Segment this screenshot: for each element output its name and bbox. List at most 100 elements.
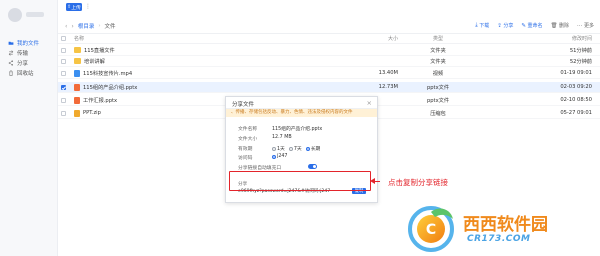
select-all-checkbox[interactable] — [61, 36, 66, 41]
forward-icon[interactable]: › — [71, 23, 73, 30]
sidebar-item-label: 分享 — [17, 61, 29, 67]
file-size-value: 12.7 MB — [272, 135, 292, 140]
row-checkbox[interactable] — [61, 84, 66, 90]
header-size[interactable]: 大小 — [358, 35, 398, 42]
autofill-toggle-wrap — [308, 164, 317, 169]
file-time: 02-10 08:50 — [560, 97, 592, 103]
top-bar: ⇧ 上传 ⋮ — [58, 0, 600, 16]
file-name[interactable]: 培训讲解 — [84, 58, 105, 65]
warning-banner: 、传播、存储包括反动、暴力、色情、违法及侵权内容的文件 — [226, 109, 377, 117]
file-name[interactable]: 工作汇报.pptx — [83, 97, 117, 104]
validity-options: 1天 7天 长期 — [272, 145, 320, 152]
option-label: 7天 — [293, 147, 302, 152]
autofill-toggle[interactable] — [308, 164, 317, 169]
option-label: 1天 — [277, 147, 285, 152]
file-size: 12.73M — [378, 84, 398, 90]
callout-text: 点击复制分享链接 — [388, 178, 448, 187]
watermark: C 西西软件园 CR173.COM — [403, 202, 597, 254]
file-time: 05-27 09:01 — [560, 110, 592, 116]
sidebar-item-share[interactable]: 分享 — [0, 58, 58, 68]
header-time[interactable]: 修改时间 — [536, 35, 592, 42]
table-header: 名称 大小 类型 修改时间 — [58, 34, 600, 44]
row-checkbox[interactable] — [61, 70, 66, 76]
validity-option-1day[interactable]: 1天 — [272, 145, 285, 152]
share-label: 分享 — [503, 23, 514, 29]
file-name-cell: PPT.zip — [74, 109, 101, 117]
zip-file-icon — [74, 109, 80, 117]
radio-selected-icon — [272, 154, 276, 159]
row-checkbox[interactable] — [61, 97, 66, 103]
transfer-icon — [8, 50, 14, 56]
radio-selected-icon — [305, 146, 310, 151]
file-name-cell: 工作汇报.pptx — [74, 96, 117, 104]
delete-icon: 🗑 — [550, 22, 558, 29]
trash-icon — [8, 70, 14, 76]
file-time: 02-03 09:20 — [560, 84, 592, 90]
access-code-value: j247 — [272, 154, 288, 159]
file-name[interactable]: 115科技宣传片.mp4 — [83, 70, 132, 77]
breadcrumb-current: 文件 — [104, 24, 116, 30]
file-type: 压缩包 — [430, 110, 446, 117]
access-code-option[interactable]: j247 — [272, 154, 288, 159]
file-name-label: 文件名称 — [238, 127, 258, 132]
row-checkbox[interactable] — [61, 110, 66, 116]
file-name-cell: 115直播文件 — [74, 47, 115, 54]
user-name-blurred — [26, 12, 44, 17]
header-type[interactable]: 类型 — [418, 35, 458, 42]
rename-button[interactable]: ✎ 重命名 — [521, 22, 543, 30]
access-code-label: 访问码 — [238, 156, 253, 161]
back-icon[interactable]: ‹ — [65, 23, 67, 30]
file-type: 文件夹 — [430, 58, 446, 65]
sidebar-item-trash[interactable]: 回收站 — [0, 68, 58, 78]
table-row[interactable]: 115科技宣传片.mp4 13.40M 视频 01-19 09:01 — [58, 68, 600, 79]
breadcrumb-separator: › — [98, 23, 101, 29]
upload-button[interactable]: ⇧ 上传 — [66, 3, 82, 11]
share-button[interactable]: ⇪ 分享 — [497, 22, 514, 30]
file-name[interactable]: 115组的产品介绍.pptx — [83, 84, 137, 91]
rename-label: 重命名 — [527, 23, 543, 29]
row-checkbox[interactable] — [61, 47, 66, 53]
file-time: 52分钟前 — [569, 58, 592, 65]
file-name-cell: 115科技宣传片.mp4 — [74, 69, 132, 77]
file-type: pptx文件 — [426, 97, 450, 104]
sidebar: 我的文件 传输 分享 回收站 — [0, 0, 58, 256]
more-icon: ⋯ — [576, 22, 583, 29]
download-icon: ⤓ — [475, 22, 478, 28]
validity-option-forever[interactable]: 长期 — [305, 145, 320, 152]
sidebar-item-my-files[interactable]: 我的文件 — [0, 38, 58, 48]
toolbar: ⤓ 下载 ⇪ 分享 ✎ 重命名 🗑 删除 ⋯ 更多 — [475, 22, 594, 29]
table-row[interactable]: 培训讲解 文件夹 52分钟前 — [58, 56, 600, 67]
sidebar-item-label: 传输 — [17, 51, 29, 57]
delete-button[interactable]: 🗑 删除 — [550, 22, 569, 30]
file-type: pptx文件 — [426, 84, 450, 91]
file-name-value: 115组的产品介绍.pptx — [272, 127, 323, 132]
file-size: 13.40M — [378, 70, 398, 76]
sidebar-item-label: 我的文件 — [17, 41, 40, 47]
breadcrumb-root[interactable]: 根目录 — [78, 22, 95, 30]
table-row[interactable]: 115直播文件 文件夹 51分钟前 — [58, 45, 600, 56]
callout-arrow-icon — [370, 177, 375, 184]
file-type: 视频 — [432, 70, 444, 77]
more-menu-icon[interactable]: ⋮ — [85, 3, 91, 11]
more-button[interactable]: ⋯ 更多 — [576, 22, 594, 30]
sidebar-item-transfer[interactable]: 传输 — [0, 48, 58, 58]
share-icon — [8, 60, 14, 66]
download-button[interactable]: ⤓ 下载 — [475, 22, 489, 29]
close-icon[interactable]: × — [367, 99, 372, 107]
avatar[interactable] — [8, 8, 22, 22]
file-size-label: 文件大小 — [238, 137, 258, 142]
ppt-file-icon — [74, 96, 80, 104]
sidebar-nav: 我的文件 传输 分享 回收站 — [0, 38, 58, 78]
table-row-selected[interactable]: 115组的产品介绍.pptx 12.73M pptx文件 02-03 09:20 — [58, 82, 600, 93]
file-name[interactable]: PPT.zip — [83, 110, 101, 116]
dialog-header: 分享文件 × — [226, 97, 377, 109]
row-checkbox[interactable] — [61, 58, 66, 64]
upload-label: 上传 — [71, 5, 81, 11]
validity-label: 有效期 — [238, 147, 253, 152]
file-time: 01-19 09:01 — [560, 70, 592, 76]
validity-option-7day[interactable]: 7天 — [288, 145, 302, 152]
file-name[interactable]: 115直播文件 — [84, 47, 115, 54]
breadcrumb-bar: ‹ › 根目录 › 文件 ⤓ 下载 ⇪ 分享 ✎ 重命名 🗑 删除 ⋯ 更多 — [58, 16, 600, 34]
radio-icon — [272, 146, 276, 151]
header-name[interactable]: 名称 — [74, 35, 84, 42]
